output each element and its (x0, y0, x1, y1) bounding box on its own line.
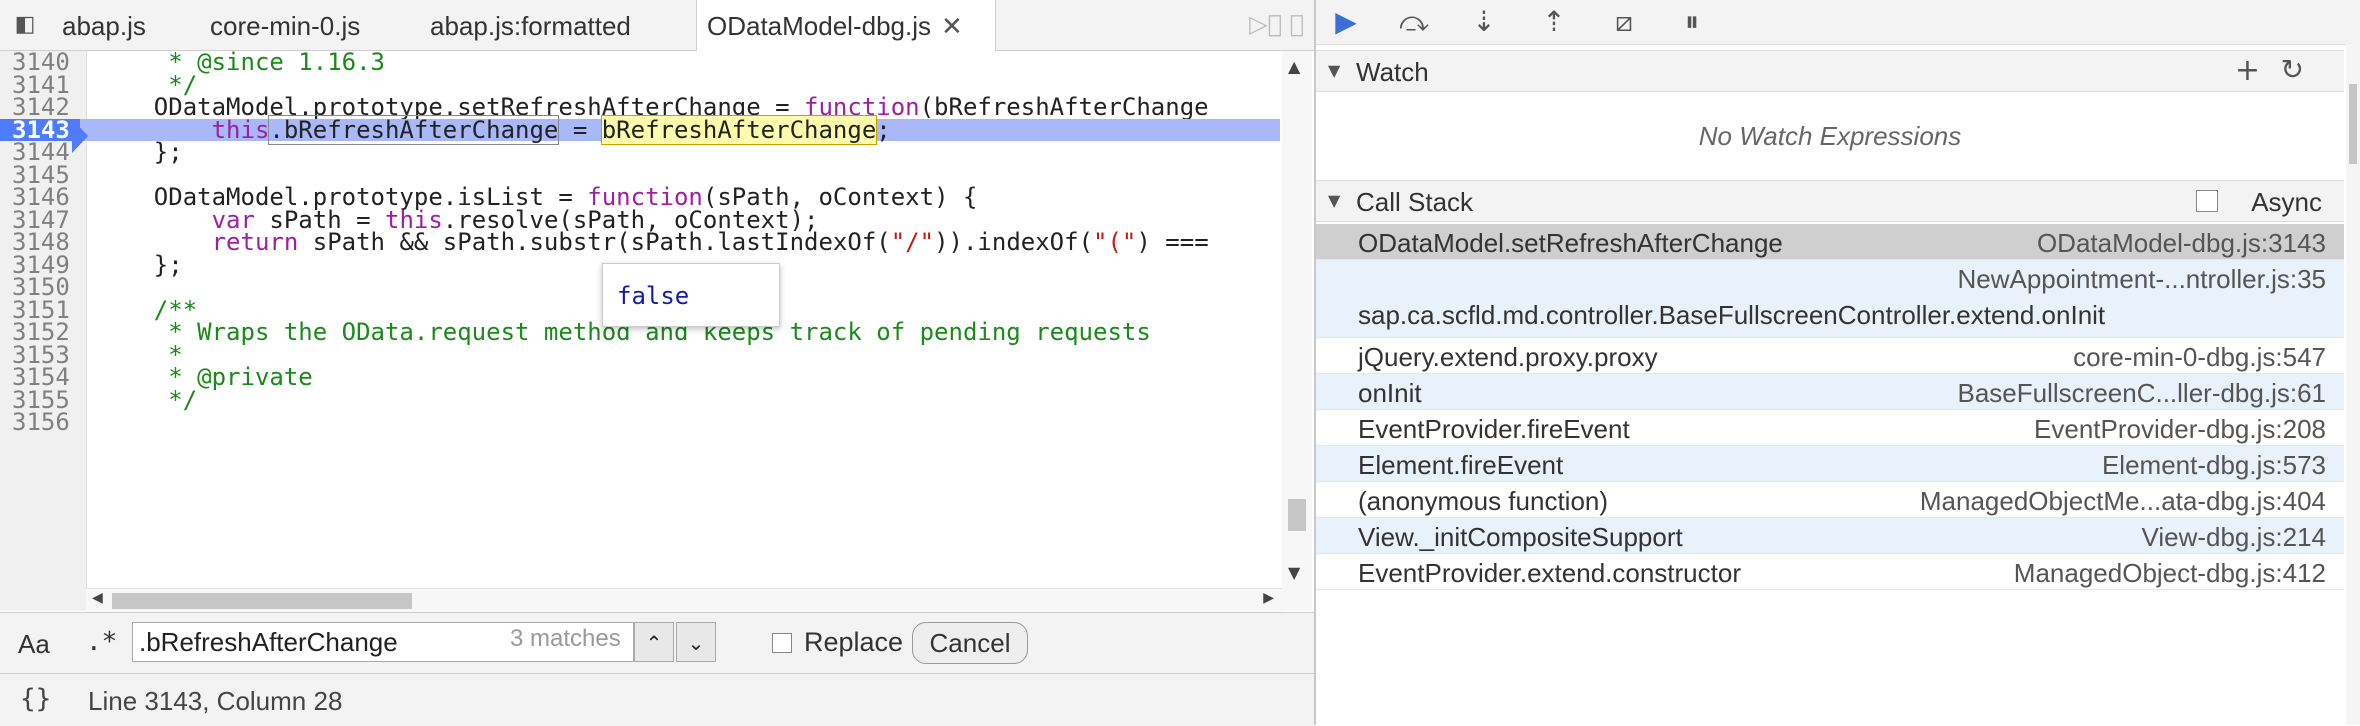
code-text: return sPath && sPath.substr(sPath.lastI… (211, 228, 1209, 256)
call-frame-name: jQuery.extend.proxy.proxy (1358, 342, 1658, 372)
code-editor[interactable]: 3140 * @since 1.16.3 3141 */3142 ODataMod… (0, 51, 1280, 611)
tab-label: core-min-0.js (210, 11, 361, 41)
call-frame-location[interactable]: core-min-0-dbg.js:547 (2073, 342, 2326, 373)
call-frame-name: sap.ca.scfld.md.controller.BaseFullscree… (1358, 300, 2106, 330)
step-into-icon[interactable]: ⇣ (1466, 4, 1502, 40)
call-frame-item[interactable]: View._initCompositeSupport View-dbg.js:21… (1316, 518, 2344, 554)
regex-toggle[interactable]: .* (86, 627, 117, 657)
deactivate-breakpoints-icon[interactable]: ⧄ (1606, 4, 1642, 40)
call-frame-item[interactable]: Element.fireEvent Element-dbg.js:573 (1316, 446, 2344, 482)
scroll-down-icon[interactable]: ▼ (1288, 563, 1300, 582)
tab-label: abap.js (62, 11, 146, 41)
watch-header[interactable]: ▼ Watch + ↻ (1316, 50, 2344, 92)
code-line[interactable]: 3156 (0, 410, 1280, 433)
call-frame-location[interactable]: View-dbg.js:214 (2141, 522, 2326, 553)
search-bar: Aa .* .bRefreshAfterChange 3 matches ⌃ ⌄… (0, 612, 1314, 673)
code-text: }; (96, 138, 183, 166)
expand-icon: ▼ (1328, 191, 1341, 210)
pause-on-exceptions-icon[interactable]: ⏸ (1674, 4, 1710, 40)
call-stack-header[interactable]: ▼ Call Stack Async (1316, 180, 2344, 222)
async-label: Async (2251, 187, 2322, 217)
editor-vertical-scrollbar[interactable]: ▲ ▼ (1282, 51, 1312, 611)
call-frame-item[interactable]: onInit BaseFullscreenC...ller-dbg.js:61 (1316, 374, 2344, 410)
match-count: 3 matches (510, 625, 621, 652)
devtools-window: ◧ abap.js core-min-0.js abap.js:formatte… (0, 0, 2360, 726)
pretty-print-button[interactable]: {} (20, 684, 51, 714)
call-frame-item[interactable]: (anonymous function) ManagedObjectMe...at… (1316, 482, 2344, 518)
call-frame-location[interactable]: Element-dbg.js:573 (2102, 450, 2326, 481)
call-frame-item[interactable]: jQuery.extend.proxy.proxy core-min-0-dbg.… (1316, 338, 2344, 374)
scroll-right-icon[interactable]: ▶ (1263, 590, 1274, 606)
watch-title: Watch (1356, 57, 1429, 87)
call-frame-name: View._initCompositeSupport (1358, 522, 1683, 552)
code-line[interactable]: 3144 }; (0, 138, 1280, 166)
scrollbar-thumb[interactable] (2349, 84, 2357, 164)
async-checkbox[interactable] (2196, 190, 2218, 212)
call-frame-name: (anonymous function) (1358, 486, 1609, 516)
call-frame-location[interactable]: NewAppointment-...ntroller.js:35 (1957, 264, 2326, 295)
code-line[interactable]: 3155 */ (0, 385, 1280, 414)
prev-match-button[interactable]: ⌃ (634, 622, 674, 662)
tab-abap-js-formatted[interactable]: abap.js:formatted (420, 0, 641, 50)
tab-odatamodel-dbg-js[interactable]: OData​Model-dbg.js ✕ (696, 0, 996, 51)
call-frame-item[interactable]: ODataModel.setRefreshAfterChange ODataMod… (1316, 224, 2344, 260)
code-text: }; (96, 250, 183, 279)
call-frame-name: EventProvider.fireEvent (1358, 414, 1630, 444)
call-stack-list: ODataModel.setRefreshAfterChange ODataMod… (1316, 224, 2344, 725)
call-frame-name: EventProvider.extend.constructor (1358, 558, 1741, 588)
call-frame-name: ODataModel.setRefreshAfterChange (1358, 228, 1783, 258)
call-frame-item[interactable]: sap.ca.scfld.md.controller.BaseFullscree… (1316, 260, 2344, 338)
debugger-sidebar: ▶ ⤼ ⇣ ⇡ ⧄ ⏸ ▼ Watch + ↻ No Watch Express… (1316, 0, 2360, 725)
scrollbar-thumb[interactable] (1288, 499, 1306, 531)
close-icon[interactable]: ✕ (941, 12, 963, 42)
step-over-icon[interactable]: ⤼ (1396, 4, 1432, 40)
call-frame-location[interactable]: ODataModel-dbg.js:3143 (2037, 228, 2326, 259)
chevron-up-icon: ⌃ (645, 631, 663, 655)
replace-checkbox[interactable] (772, 633, 792, 653)
code-text: this.bRefreshAfterChange = bRefreshAfter… (211, 114, 891, 145)
cancel-button[interactable]: Cancel (912, 622, 1028, 664)
status-bar: {} Line 3143, Column 28 (0, 673, 1314, 726)
refresh-icon[interactable]: ↻ (2281, 53, 2304, 86)
debugger-toolbar: ▶ ⤼ ⇣ ⇡ ⧄ ⏸ (1316, 0, 2360, 45)
editor-tab-bar: ◧ abap.js core-min-0.js abap.js:formatte… (0, 0, 1314, 51)
debugger-panel-toggle-icon[interactable]: ▷⃞ ⦀ (1249, 10, 1304, 38)
match-case-toggle[interactable]: Aa (18, 629, 50, 660)
tab-label: abap.js:formatted (430, 11, 631, 41)
call-frame-item[interactable]: EventProvider.extend.constructor ManagedO… (1316, 554, 2344, 590)
add-watch-icon[interactable]: + (2235, 53, 2260, 88)
call-frame-location[interactable]: ManagedObject-dbg.js:412 (2014, 558, 2326, 589)
navigator-toggle-icon[interactable]: ◧ (10, 10, 40, 40)
tab-core-min-0-js[interactable]: core-min-0.js (200, 0, 370, 50)
code-line[interactable]: 3148 return sPath && sPath.substr(sPath.… (0, 228, 1280, 256)
scroll-left-icon[interactable]: ◀ (92, 590, 103, 606)
step-out-icon[interactable]: ⇡ (1536, 4, 1572, 40)
call-frame-location[interactable]: EventProvider-dbg.js:208 (2034, 414, 2326, 445)
resume-icon[interactable]: ▶ (1328, 4, 1364, 40)
call-frame-location[interactable]: BaseFullscreenC...ller-dbg.js:61 (1958, 378, 2327, 409)
call-frame-item[interactable]: EventProvider.fireEvent EventProvider-dbg… (1316, 410, 2344, 446)
call-frame-name: onInit (1358, 378, 1422, 408)
next-match-button[interactable]: ⌄ (676, 622, 716, 662)
scroll-up-icon[interactable]: ▲ (1288, 57, 1300, 76)
tab-label: OData​Model-dbg.js (707, 11, 931, 41)
line-number[interactable]: 3156 (0, 410, 80, 433)
replace-label: Replace (804, 627, 904, 657)
call-frame-name: Element.fireEvent (1358, 450, 1564, 480)
tab-abap-js[interactable]: abap.js (52, 0, 156, 50)
call-frame-location[interactable]: ManagedObjectMe...ata-dbg.js:404 (1920, 486, 2326, 517)
code-line-paused[interactable]: 3143 this.bRefreshAfterChange = bRefresh… (0, 114, 1280, 153)
call-stack-title: Call Stack (1356, 187, 1474, 217)
editor-horizontal-scrollbar[interactable]: ◀ ▶ (86, 588, 1282, 613)
scrollbar-thumb[interactable] (112, 593, 412, 609)
expand-icon: ▼ (1328, 61, 1341, 80)
sources-panel: ◧ abap.js core-min-0.js abap.js:formatte… (0, 0, 1316, 726)
code-text: */ (96, 385, 198, 414)
value-popover: false (602, 263, 780, 327)
cursor-position: Line 3143, Column 28 (88, 686, 343, 716)
chevron-down-icon: ⌄ (687, 631, 705, 655)
sidebar-scrollbar[interactable] (2346, 44, 2360, 725)
